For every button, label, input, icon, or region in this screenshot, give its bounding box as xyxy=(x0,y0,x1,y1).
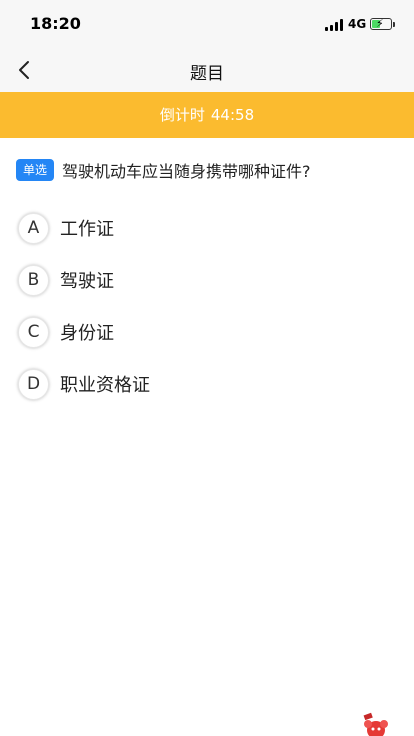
question-text: 驾驶机动车应当随身携带哪种证件? xyxy=(62,162,311,181)
option-d[interactable]: D 职业资格证 xyxy=(18,368,318,400)
option-c[interactable]: C 身份证 xyxy=(18,316,318,348)
option-letter: C xyxy=(18,316,49,348)
status-time: 18:20 xyxy=(30,14,81,33)
navigation-bar: 题目 xyxy=(0,48,414,92)
countdown-label: 倒计时 xyxy=(159,106,205,124)
option-text: 驾驶证 xyxy=(60,271,114,292)
battery-tip xyxy=(393,22,395,27)
question-type-badge: 单选 xyxy=(16,159,54,181)
question-header: 单选 驾驶机动车应当随身携带哪种证件? xyxy=(16,158,406,182)
option-text: 工作证 xyxy=(60,219,114,240)
status-bar: 18:20 4G ⚡ xyxy=(0,0,414,48)
option-letter: D xyxy=(18,368,49,400)
option-a[interactable]: A 工作证 xyxy=(18,212,318,244)
page-title: 题目 xyxy=(190,64,224,84)
network-type: 4G xyxy=(348,17,367,31)
signal-icon xyxy=(325,19,344,31)
option-letter: B xyxy=(18,264,49,296)
option-b[interactable]: B 驾驶证 xyxy=(18,264,318,296)
countdown-value: 44:58 xyxy=(210,106,255,124)
option-text: 职业资格证 xyxy=(60,375,150,396)
corner-mascot-icon xyxy=(363,712,388,736)
option-text: 身份证 xyxy=(60,323,114,344)
option-letter: A xyxy=(18,212,49,244)
countdown-timer: 倒计时 44:58 xyxy=(0,92,414,138)
battery-icon: ⚡ xyxy=(370,17,392,30)
